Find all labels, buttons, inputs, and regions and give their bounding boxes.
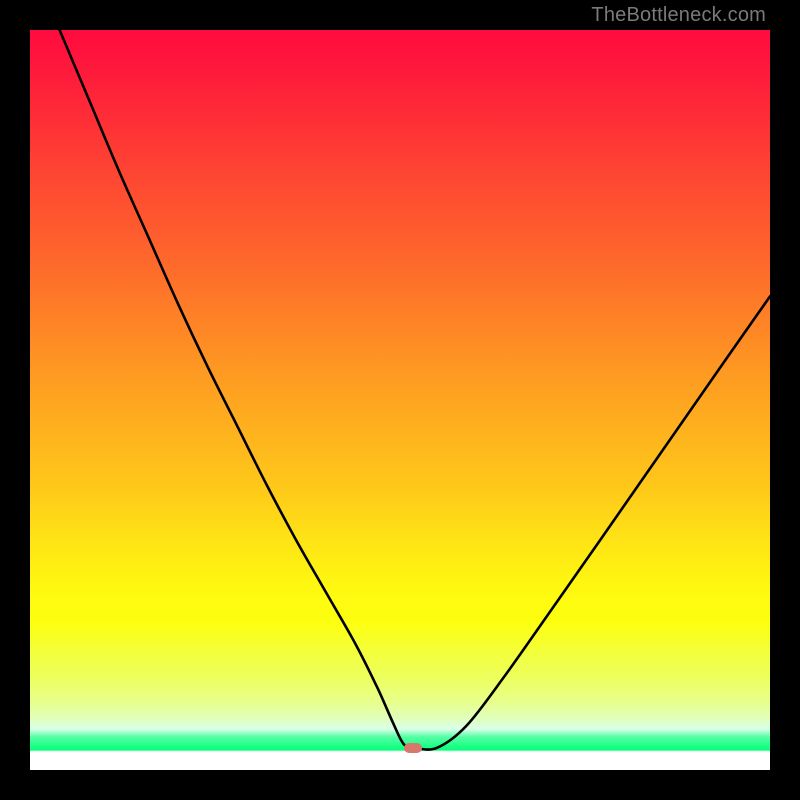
bottleneck-curve (30, 30, 770, 770)
plot-area (30, 30, 770, 770)
optimum-marker (404, 743, 422, 753)
chart-frame: TheBottleneck.com (0, 0, 800, 800)
watermark-text: TheBottleneck.com (591, 4, 766, 27)
